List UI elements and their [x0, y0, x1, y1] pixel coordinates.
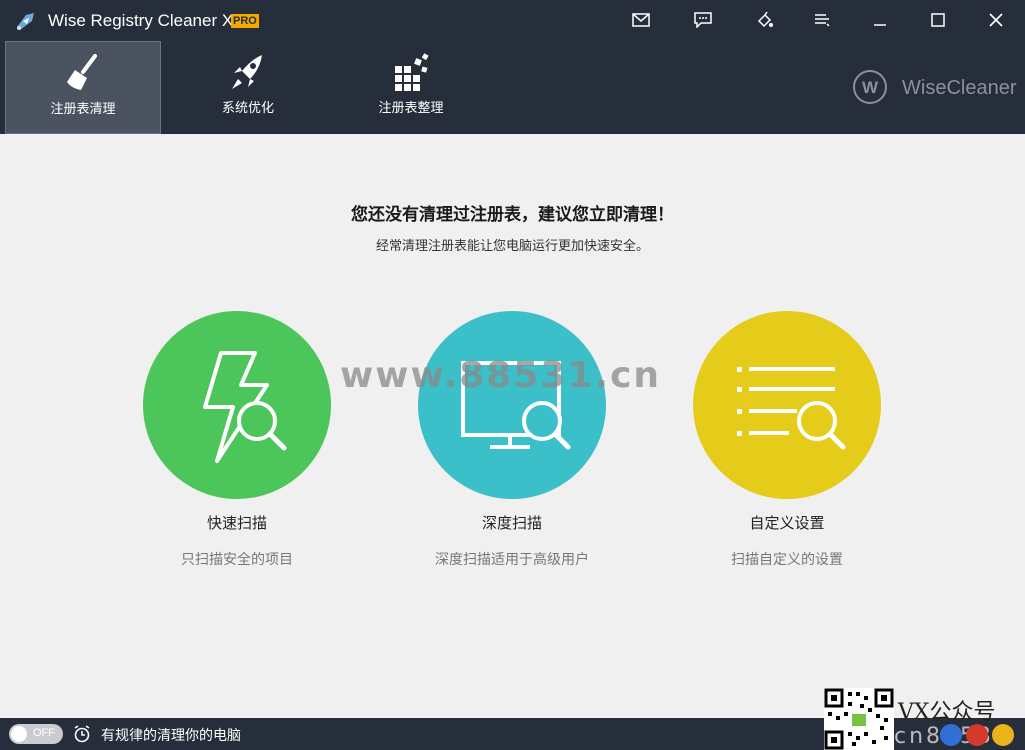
scan-desc: 深度扫描适用于高级用户	[435, 552, 589, 568]
title-bar: Wise Registry Cleaner X PRO	[0, 0, 1025, 40]
monitor-search-icon	[461, 361, 571, 450]
app-logo-icon	[17, 13, 34, 30]
brand-logo[interactable]: W WiseCleaner	[852, 69, 1022, 105]
page-headline: 您还没有清理过注册表，建议您立即清理！	[351, 205, 674, 225]
tray-star-icon[interactable]	[992, 724, 1014, 746]
tab-system-optimize[interactable]: 系统优化	[170, 41, 326, 134]
page-subline: 经常清理注册表能让您电脑运行更加快速安全。	[375, 239, 649, 254]
scan-desc: 只扫描安全的项目	[181, 552, 293, 568]
tab-registry-defrag[interactable]: 注册表整理	[333, 41, 489, 134]
quick-scan-button[interactable]	[143, 311, 331, 499]
minimize-icon[interactable]	[868, 8, 892, 32]
top-bar: Wise Registry Cleaner X PRO 注册表清理 系统优化 注…	[0, 0, 1025, 134]
tab-label: 注册表清理	[50, 102, 116, 117]
tab-registry-cleaner[interactable]: 注册表清理	[5, 41, 161, 134]
app-title: Wise Registry Cleaner X	[48, 11, 234, 30]
scan-desc: 扫描自定义的设置	[731, 552, 843, 568]
brand-text: WiseCleaner	[902, 77, 1017, 99]
scan-title[interactable]: 深度扫描	[388, 512, 636, 533]
tab-label: 系统优化	[221, 101, 274, 116]
feedback-icon[interactable]	[691, 8, 715, 32]
toggle-label: OFF	[33, 727, 55, 739]
tab-label: 注册表整理	[378, 101, 444, 116]
qr-code	[824, 688, 894, 750]
maximize-icon[interactable]	[926, 8, 950, 32]
watermark-text: www.88531.cn	[340, 355, 662, 396]
schedule-text[interactable]: 有规律的清理你的电脑	[101, 725, 241, 745]
mail-icon[interactable]	[629, 8, 653, 32]
skin-icon[interactable]	[753, 8, 777, 32]
lightning-search-icon	[203, 351, 287, 463]
alarm-clock-icon[interactable]	[72, 724, 92, 744]
defrag-blocks-icon	[395, 53, 429, 91]
wisecleaner-logo-icon: W	[853, 70, 887, 104]
pro-badge: PRO	[231, 14, 259, 28]
close-icon[interactable]	[984, 8, 1008, 32]
menu-icon[interactable]	[810, 8, 834, 32]
scan-title[interactable]: 快速扫描	[113, 512, 361, 533]
rocket-icon	[232, 55, 262, 89]
tray-shield-icon[interactable]	[940, 724, 962, 746]
custom-settings-button[interactable]	[693, 311, 881, 499]
svg-text:W: W	[862, 78, 879, 97]
toggle-knob	[11, 726, 27, 742]
list-search-icon	[737, 367, 846, 450]
deep-scan-button[interactable]	[418, 311, 606, 499]
overlay-vx-text: VX公众号	[898, 700, 996, 725]
broom-icon	[67, 54, 97, 90]
schedule-toggle[interactable]: OFF	[9, 724, 63, 744]
tray-antivirus-icon[interactable]	[966, 724, 988, 746]
scan-title[interactable]: 自定义设置	[663, 512, 911, 533]
